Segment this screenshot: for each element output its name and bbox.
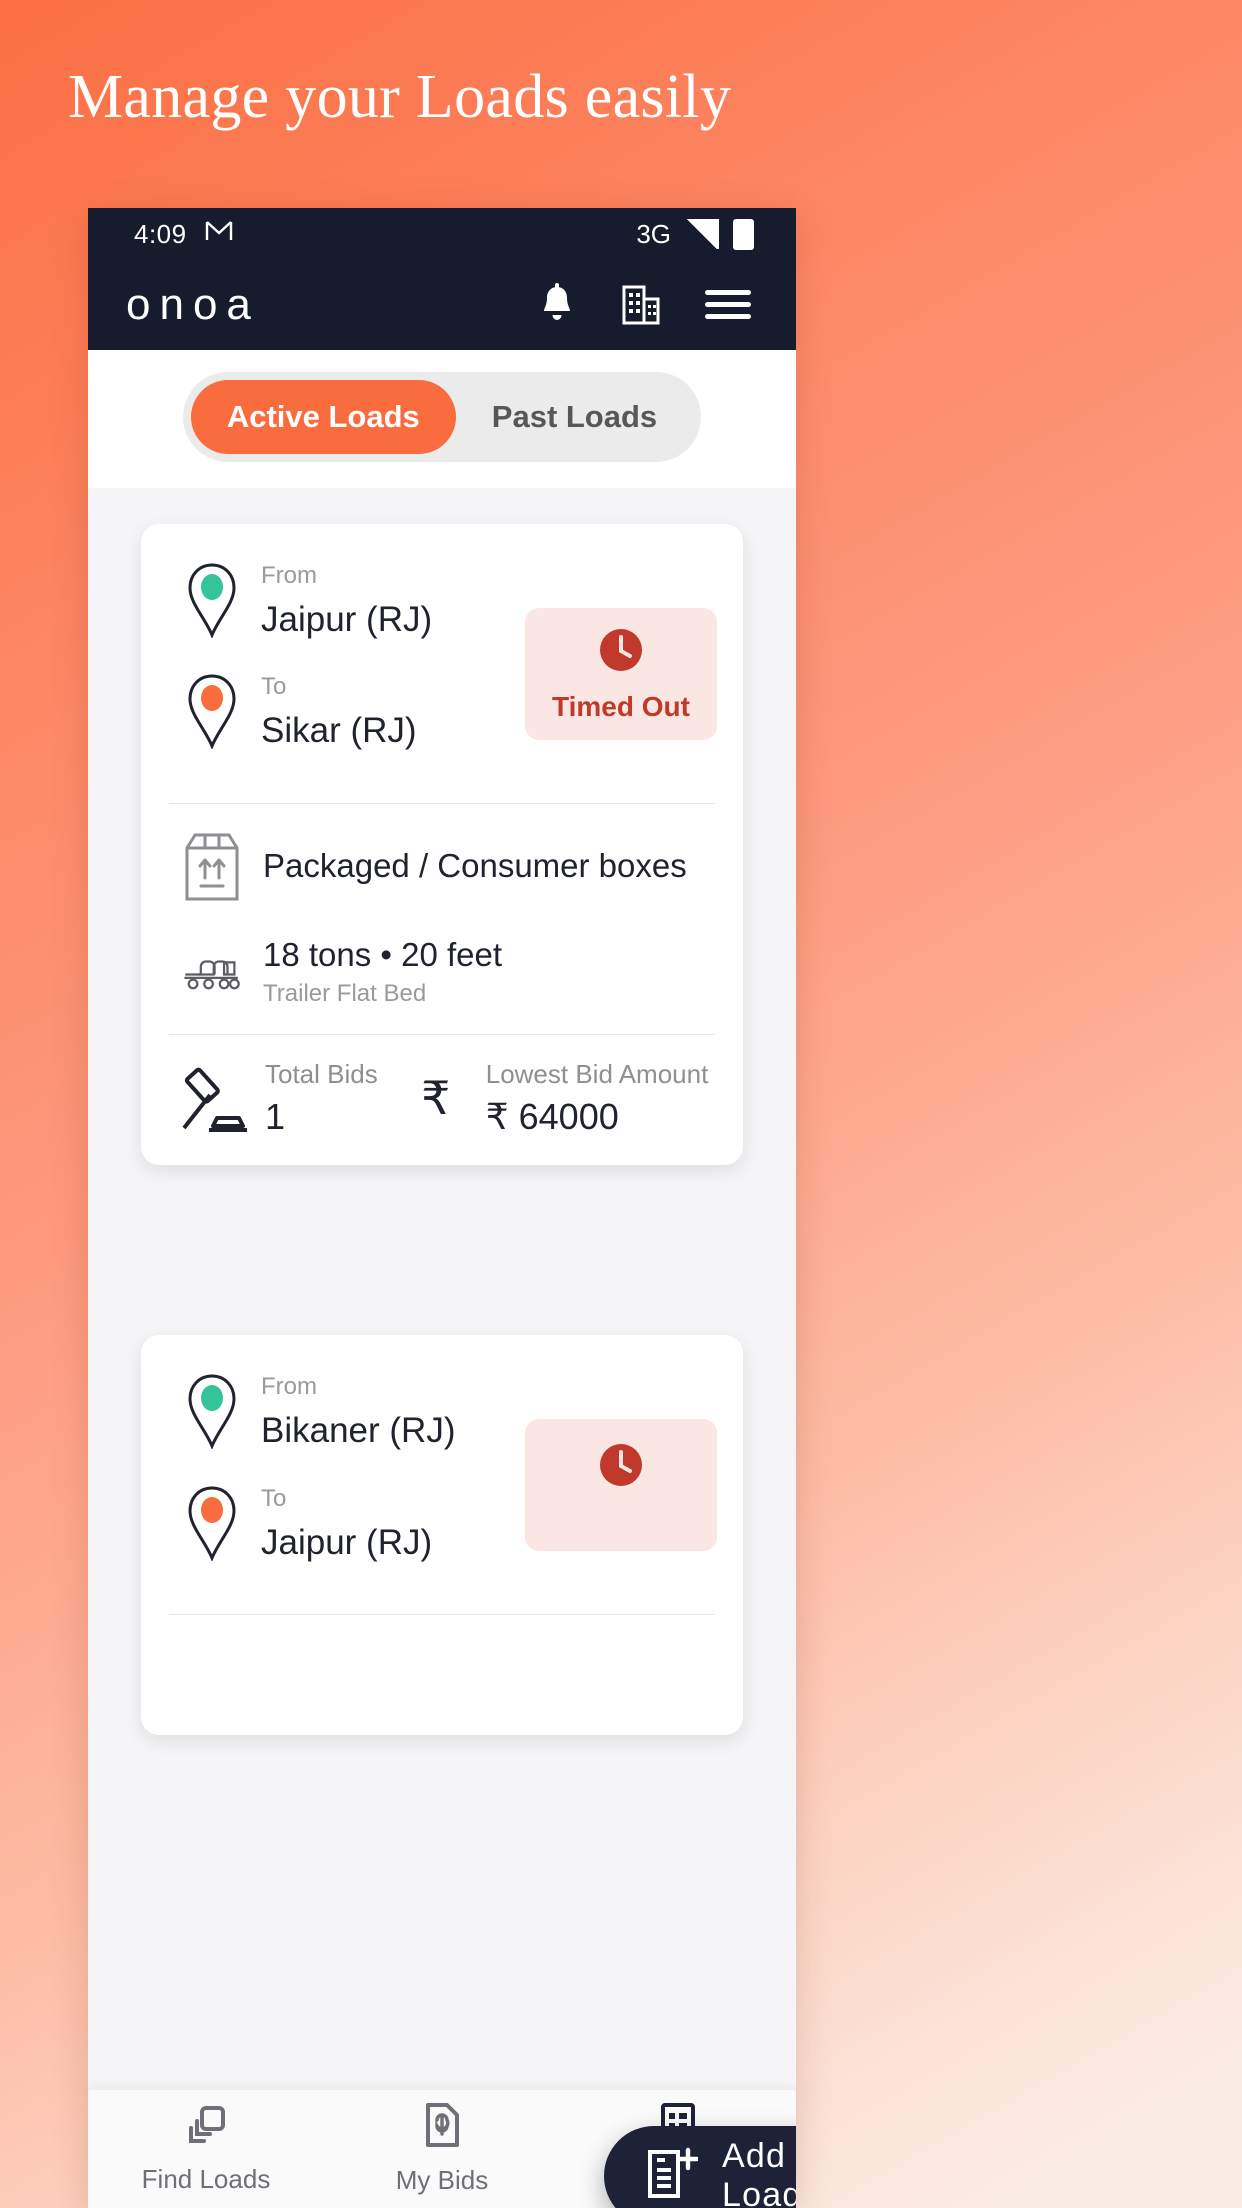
nav-label-my-bids: My Bids xyxy=(395,2165,489,2195)
tab-active-loads[interactable]: Active Loads xyxy=(190,380,456,454)
status-badge: Timed Out xyxy=(525,608,717,740)
vehicle-row: 18 tons • 20 feet Trailer Flat Bed xyxy=(141,930,743,1035)
loads-list: From Jaipur (RJ) To Sikar (RJ) Timed Out… xyxy=(88,488,796,1735)
nav-label-find-loads: Find Loads xyxy=(141,2164,271,2194)
load-card[interactable]: From Bikaner (RJ) To Jaipur (RJ) xyxy=(141,1335,743,1735)
cargo-row: Packaged / Consumer boxes xyxy=(141,804,743,930)
status-bar-right: 3G xyxy=(636,218,754,250)
status-bar: 4:09 3G xyxy=(88,208,796,260)
total-bids-label: Total Bids xyxy=(265,1059,378,1090)
total-bids-text: Total Bids 1 xyxy=(265,1057,378,1139)
origin-text: From Bikaner (RJ) xyxy=(261,1369,455,1454)
network-type-label: 3G xyxy=(636,218,671,249)
nav-item-my-bids[interactable]: My Bids xyxy=(324,2102,560,2196)
lowest-bid-text: Lowest Bid Amount ₹ 64000 xyxy=(486,1057,709,1139)
lowest-bid-label: Lowest Bid Amount xyxy=(485,1059,709,1090)
notifications-bell-icon[interactable] xyxy=(536,282,578,328)
battery-full-icon xyxy=(733,218,754,250)
origin-city: Bikaner (RJ) xyxy=(261,1411,456,1451)
destination-label: To xyxy=(261,673,287,701)
app-logo: onoa xyxy=(126,280,260,329)
cargo-type: Packaged / Consumer boxes xyxy=(263,847,687,885)
package-box-icon xyxy=(181,830,243,904)
app-header: onoa xyxy=(88,260,796,350)
origin-text: From Jaipur (RJ) xyxy=(261,558,432,643)
lowest-bid-value: ₹ 64000 xyxy=(485,1096,619,1138)
origin-label: From xyxy=(261,562,317,589)
layers-icon xyxy=(184,2103,228,2152)
destination-text: To Sikar (RJ) xyxy=(261,669,417,754)
destination-city: Jaipur (RJ) xyxy=(261,1522,433,1562)
route-section: From Jaipur (RJ) To Sikar (RJ) Timed Out xyxy=(141,524,743,803)
lowest-bid-block: ₹ Lowest Bid Amount ₹ 64000 xyxy=(400,1057,709,1139)
gavel-icon xyxy=(175,1062,251,1134)
app-header-actions xyxy=(536,282,752,328)
cargo-text: Packaged / Consumer boxes xyxy=(263,845,687,888)
bids-section: Total Bids 1 ₹ Lowest Bid Amount ₹ 64000 xyxy=(141,1035,743,1165)
vehicle-text: 18 tons • 20 feet Trailer Flat Bed xyxy=(263,934,502,1009)
tab-group: Active Loads Past Loads xyxy=(182,372,702,462)
phone-screen: 4:09 3G onoa Active Loads Past Loads Fro… xyxy=(88,208,796,2208)
dollar-document-icon xyxy=(422,2102,462,2153)
status-badge-label: Timed Out xyxy=(552,690,690,722)
clock-icon xyxy=(597,626,645,679)
destination-city: Sikar (RJ) xyxy=(261,711,417,751)
company-building-icon[interactable] xyxy=(620,283,662,327)
signal-icon xyxy=(685,219,719,249)
destination-pin-icon xyxy=(181,1481,243,1561)
truck-icon xyxy=(181,945,243,997)
hamburger-menu-icon[interactable] xyxy=(704,288,752,322)
add-document-icon xyxy=(644,2146,700,2207)
route-section: From Bikaner (RJ) To Jaipur (RJ) xyxy=(141,1335,743,1614)
add-load-fab[interactable]: Add Load xyxy=(604,2126,796,2208)
origin-pin-icon xyxy=(181,1369,243,1450)
origin-city: Jaipur (RJ) xyxy=(261,600,433,639)
tab-past-loads[interactable]: Past Loads xyxy=(456,380,693,454)
load-card[interactable]: From Jaipur (RJ) To Sikar (RJ) Timed Out… xyxy=(141,524,743,1166)
origin-label: From xyxy=(261,1373,317,1401)
rupee-icon: ₹ xyxy=(421,1072,451,1125)
status-badge xyxy=(525,1419,717,1552)
destination-label: To xyxy=(261,1484,287,1512)
gmail-icon xyxy=(205,219,233,250)
view-details-button[interactable]: View Details xyxy=(141,1149,743,1262)
total-bids-block: Total Bids 1 xyxy=(175,1057,378,1139)
destination-text: To Jaipur (RJ) xyxy=(261,1481,432,1566)
loads-tabbar: Active Loads Past Loads xyxy=(88,350,796,488)
total-bids-value: 1 xyxy=(265,1096,286,1138)
card-overflow-area xyxy=(141,1615,743,1735)
nav-item-find-loads[interactable]: Find Loads xyxy=(88,2103,324,2195)
promo-headline: Manage your Loads easily xyxy=(68,63,732,131)
add-load-label: Add Load xyxy=(722,2137,796,2208)
card-spacer xyxy=(88,1261,796,1335)
status-bar-left: 4:09 xyxy=(134,219,233,250)
vehicle-capacity: 18 tons • 20 feet xyxy=(263,935,503,973)
destination-pin-icon xyxy=(181,669,243,750)
origin-pin-icon xyxy=(181,558,243,638)
vehicle-type: Trailer Flat Bed xyxy=(263,980,427,1008)
status-bar-clock: 4:09 xyxy=(134,218,187,249)
clock-icon xyxy=(597,1441,645,1494)
